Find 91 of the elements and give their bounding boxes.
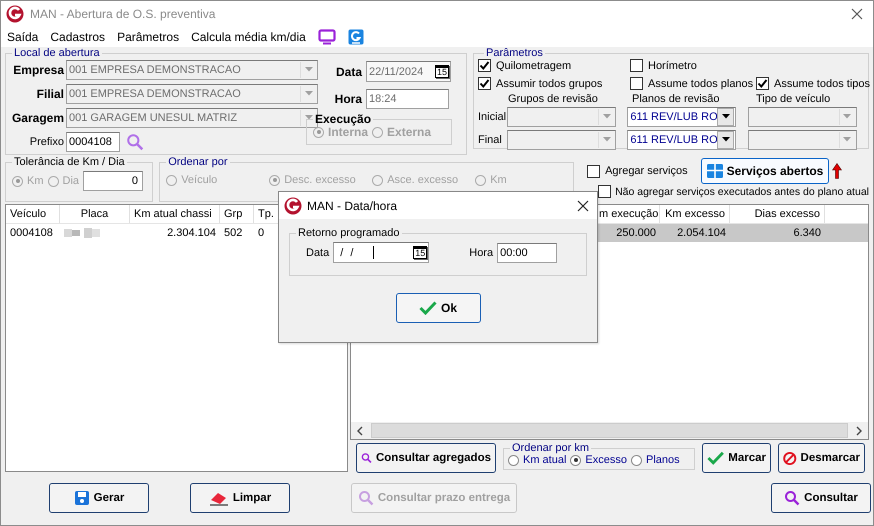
column-header[interactable]: Placa	[60, 205, 130, 223]
field-label: Final	[478, 134, 503, 146]
checkbox[interactable]: Agregar serviços	[587, 164, 688, 178]
column-label: Tipo de veículo	[756, 93, 830, 105]
group-title: Ordenar por	[167, 156, 228, 168]
radio-button[interactable]: Planos	[631, 454, 680, 466]
table-cell-text: 0	[257, 227, 266, 239]
close-icon[interactable]	[577, 200, 589, 212]
search-icon	[784, 490, 800, 506]
button[interactable]: Desmarcar	[778, 443, 865, 473]
calendar-button[interactable]: 15	[413, 246, 428, 259]
horizontal-scrollbar[interactable]	[351, 422, 868, 439]
button[interactable]: Consultar agregados	[356, 443, 496, 473]
scroll-thumb[interactable]	[371, 423, 848, 438]
column-header[interactable]: Km atual chassi	[130, 205, 220, 223]
monitor-icon[interactable]	[318, 29, 336, 45]
search-icon	[358, 490, 374, 506]
close-icon[interactable]	[851, 8, 863, 20]
checkbox[interactable]: Horímetro	[630, 59, 697, 72]
field-label: Data	[306, 246, 330, 258]
button[interactable]: Limpar	[190, 483, 290, 513]
input-field[interactable]: 0	[83, 171, 144, 191]
checkbox[interactable]: Assumir todos grupos	[478, 77, 602, 90]
checkbox[interactable]: Quilometragem	[478, 59, 572, 72]
logo-icon	[284, 196, 302, 214]
window-title: MAN - Abertura de O.S. preventiva	[30, 7, 216, 21]
button[interactable]: Consultar	[771, 483, 871, 513]
menu-item[interactable]: Saída	[1, 30, 44, 44]
field-label: Filial	[36, 86, 64, 100]
menu-item[interactable]: Calcula média km/dia	[185, 30, 312, 44]
column-header[interactable]: Dias excesso	[730, 205, 825, 223]
grid-icon	[706, 164, 723, 178]
column-label: Grupos de revisão	[508, 93, 599, 105]
date-field[interactable]: / / 15	[333, 242, 430, 263]
menu-item[interactable]: Parâmetros	[111, 30, 186, 44]
column-header[interactable]: Veículo	[6, 205, 60, 223]
scroll-right-icon[interactable]	[855, 426, 863, 436]
blurred-text	[64, 227, 100, 239]
group-title: Local de abertura	[13, 47, 101, 59]
checkmark-icon	[479, 78, 490, 89]
table-cell-text: 2.054.104	[676, 227, 727, 239]
group-title: Tolerância de Km / Dia	[13, 156, 126, 168]
field-label: Garagem	[10, 110, 64, 124]
table-cell-text: 6.340	[792, 227, 822, 239]
app-logo-icon[interactable]	[348, 29, 364, 45]
field-label: Data	[334, 64, 362, 78]
group-title: Ordenar por km	[511, 442, 590, 454]
radio-button[interactable]: Km atual	[508, 454, 566, 466]
input-field[interactable]: 00:00	[497, 242, 558, 262]
button[interactable]: Gerar	[49, 483, 149, 513]
check-icon	[418, 301, 437, 315]
dropdown[interactable]: 611 REV/LUB RO	[627, 106, 736, 126]
checkbox[interactable]: Assume todos planos	[630, 77, 754, 90]
search-icon[interactable]	[126, 132, 144, 150]
dropdown[interactable]: 611 REV/LUB RO	[627, 130, 736, 150]
field-label: Empresa	[12, 62, 64, 76]
table-cell-text: 250.000	[615, 227, 657, 239]
field-label: Inicial	[478, 110, 508, 122]
checkmark-icon	[757, 78, 768, 89]
caret-down-icon[interactable]	[722, 114, 730, 119]
field-label: Prefixo	[28, 136, 64, 148]
input-field[interactable]: 18:24	[366, 88, 449, 108]
date-field[interactable]: 22/11/2024 15	[366, 61, 451, 82]
check-icon	[707, 451, 724, 465]
checkmark-icon	[479, 60, 490, 71]
eraser-icon	[208, 490, 229, 506]
radio-button[interactable]: Excesso	[570, 454, 627, 466]
scroll-left-icon[interactable]	[356, 426, 364, 436]
calendar-button[interactable]: 15	[434, 65, 449, 78]
dialog-title: MAN - Data/hora	[307, 198, 398, 212]
ok-button[interactable]: Ok	[396, 293, 480, 323]
button[interactable]: Serviços abertos	[700, 158, 830, 184]
input-field[interactable]: 0004108	[66, 132, 120, 152]
menu-item[interactable]: Cadastros	[44, 30, 112, 44]
field-label: Hora	[469, 246, 494, 258]
table-cell-text: 502	[223, 227, 244, 239]
checkbox[interactable]: Não agregar serviços executados antes do plano atual	[598, 185, 869, 198]
table-cell-text: 0004108	[9, 227, 54, 239]
table-cell-text: 2.304.104	[166, 227, 217, 239]
logo-icon	[6, 5, 24, 23]
caret-down-icon[interactable]	[722, 137, 730, 142]
arrow-up-icon	[832, 163, 842, 179]
search-icon	[361, 450, 372, 466]
checkbox[interactable]: Assume todos tipos	[756, 77, 870, 90]
column-header[interactable]: Km excesso	[660, 205, 730, 223]
no-entry-icon	[783, 450, 797, 466]
group-title: Parâmetros	[485, 47, 544, 59]
column-label: Planos de revisão	[632, 93, 720, 105]
field-label: Hora	[334, 92, 362, 106]
column-header[interactable]: Grp	[220, 205, 254, 223]
button[interactable]: Marcar	[702, 443, 771, 473]
